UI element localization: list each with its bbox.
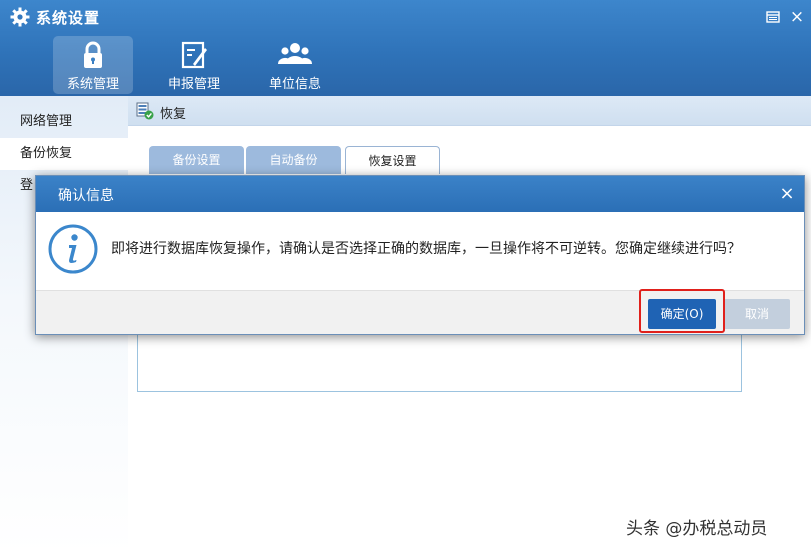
dialog-header: 确认信息 ×: [36, 176, 804, 212]
tab-label: 系统管理: [66, 77, 119, 92]
tab-unit-info[interactable]: 单位信息: [255, 36, 335, 94]
tab-system-management[interactable]: 系统管理: [53, 36, 133, 94]
confirm-dialog: 确认信息 × 即将进行数据库恢复操作，请确认是否选择正确的数据库，一旦操作将不可…: [35, 175, 805, 335]
watermark: 头条 @办税总动员: [626, 519, 768, 539]
breadcrumb-label: 恢复: [160, 107, 187, 122]
sidebar-item-backup-restore[interactable]: 备份恢复: [0, 138, 128, 170]
sidebar-item-network[interactable]: 网络管理: [0, 106, 128, 138]
close-icon: ×: [789, 7, 805, 27]
app-title: 系统设置: [36, 9, 101, 27]
window-close-button[interactable]: ×: [786, 6, 808, 28]
tab-restore-settings[interactable]: 恢复设置: [345, 146, 440, 174]
cancel-button[interactable]: 取消: [724, 299, 790, 329]
dialog-message: 即将进行数据库恢复操作，请确认是否选择正确的数据库，一旦操作将不可逆转。您确定继…: [111, 241, 741, 257]
gear-icon: [10, 7, 30, 27]
dialog-title: 确认信息: [58, 188, 114, 204]
tab-label: 申报管理: [167, 77, 220, 92]
lock-icon: [84, 41, 102, 68]
breadcrumb: 恢复: [128, 96, 811, 126]
users-icon: [278, 43, 312, 64]
dialog-close-button[interactable]: ×: [776, 183, 798, 205]
highlight-box: [639, 289, 725, 333]
close-icon: ×: [779, 183, 795, 204]
restore-button[interactable]: [762, 6, 784, 28]
restore-icon: [766, 11, 780, 23]
info-icon: [48, 224, 98, 274]
tab-auto-backup[interactable]: 自动备份: [246, 146, 341, 174]
restore-db-icon: [136, 102, 154, 120]
edit-document-icon: [181, 41, 207, 69]
tab-declare-management[interactable]: 申报管理: [154, 36, 234, 94]
tab-backup-settings[interactable]: 备份设置: [149, 146, 244, 174]
title-bar: 系统设置 ×: [0, 0, 811, 34]
app-header: 系统设置 × 系统管理 申报管理 单位信息: [0, 0, 811, 96]
tab-label: 单位信息: [268, 77, 321, 92]
